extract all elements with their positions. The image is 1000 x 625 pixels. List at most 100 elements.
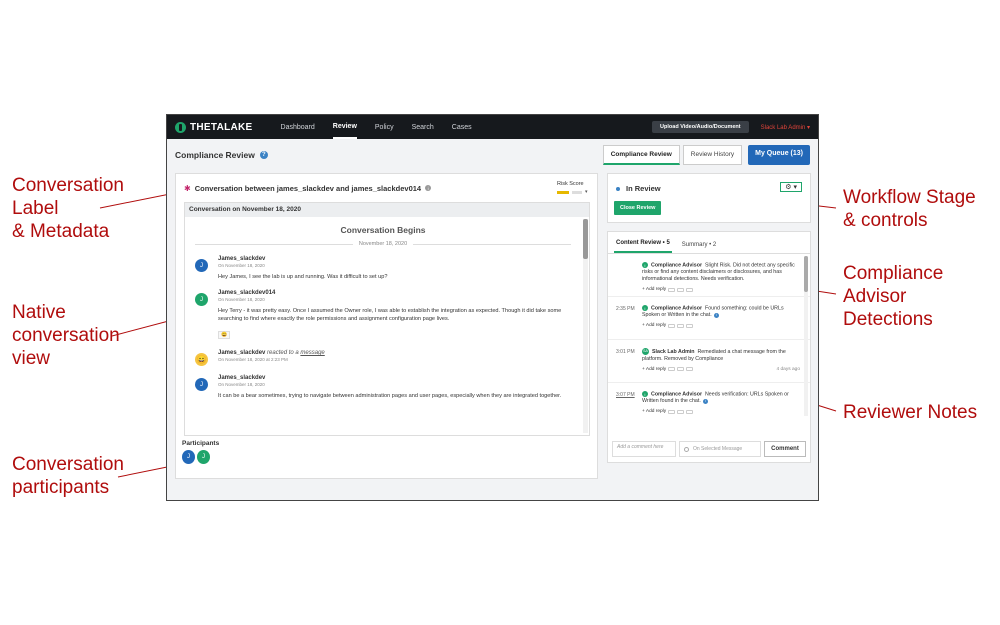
workflow-panel: In Review Close Review ⚙ ▾: [607, 173, 811, 223]
reply-row: + Add reply: [642, 408, 800, 415]
workflow-stage: In Review: [616, 184, 661, 193]
callout-workflow: Workflow Stage & controls: [843, 187, 976, 231]
detection-item[interactable]: i Compliance Advisor Slight Risk. Did not…: [608, 254, 810, 297]
detection-item[interactable]: 3:01 PM SA Slack Lab Admin Remediated a c…: [608, 340, 810, 383]
tab-review-history[interactable]: Review History: [682, 145, 743, 165]
reaction-pill[interactable]: [677, 287, 685, 292]
comment-button[interactable]: Comment: [764, 441, 806, 457]
callout-conversation-label: Conversation Label & Metadata: [12, 175, 124, 242]
stage-label: In Review: [626, 184, 661, 193]
reply-row: + Add reply: [642, 286, 800, 293]
add-reply-link[interactable]: + Add reply: [642, 286, 666, 293]
conversation-scrollbar[interactable]: [583, 219, 588, 433]
chevron-down-icon[interactable]: ▾: [585, 189, 588, 195]
on-selected-label: On Selected Message: [693, 446, 743, 452]
detection-body: i Compliance Advisor Slight Risk. Did not…: [642, 262, 800, 293]
reaction-pill[interactable]: [677, 367, 685, 372]
message-text: Hey James, I see the lab is up and runni…: [218, 274, 388, 280]
conversation-view: Conversation on November 18, 2020 Conver…: [184, 202, 590, 436]
reaction-pill[interactable]: [668, 409, 676, 414]
callout-participants: Conversation participants: [12, 454, 124, 498]
nav-policy[interactable]: Policy: [375, 115, 394, 139]
participant-avatar[interactable]: J: [197, 450, 210, 464]
reply-row: + Add reply: [642, 322, 800, 329]
nav-cases[interactable]: Cases: [452, 115, 472, 139]
advisor-icon: i: [642, 391, 648, 397]
reaction-pill[interactable]: [686, 323, 694, 328]
participant-avatar[interactable]: J: [182, 450, 195, 464]
reaction-pill[interactable]: [677, 409, 685, 414]
add-reply-link[interactable]: + Add reply: [642, 322, 666, 329]
add-reply-link[interactable]: + Add reply: [642, 408, 666, 415]
nav-search[interactable]: Search: [412, 115, 434, 139]
scrollbar-thumb[interactable]: [804, 256, 808, 292]
user-avatar-icon: SA: [642, 348, 649, 355]
reaction-pill[interactable]: [686, 287, 694, 292]
message[interactable]: J James_slackdev014 On November 18, 2020…: [195, 290, 571, 341]
message-author: James_slackdev: [218, 256, 266, 262]
stage-dot-icon: [616, 186, 620, 191]
advisor-icon: i: [642, 305, 648, 311]
close-review-button[interactable]: Close Review: [614, 201, 662, 215]
reacted-text: reacted to a: [267, 350, 299, 356]
detection-time: 2:35 PM: [616, 306, 635, 312]
help-icon[interactable]: ?: [259, 151, 268, 159]
gear-icon[interactable]: ⚙ ▾: [780, 182, 802, 192]
message-link[interactable]: message: [300, 350, 324, 356]
nav-review[interactable]: Review: [332, 115, 357, 139]
view-tabs: Compliance Review Review History My Queu…: [602, 145, 810, 165]
tab-content-review[interactable]: Content Review • 5: [614, 240, 672, 253]
time-ago: 4 days ago: [776, 366, 800, 372]
slack-icon: ✱: [184, 183, 191, 193]
detection-body: i Compliance Advisor Found something: cou…: [642, 305, 800, 336]
detection-item[interactable]: 3:07 PM i Compliance Advisor Needs verifi…: [608, 383, 810, 420]
reaction-pill[interactable]: [677, 323, 685, 328]
message-content: James_slackdev014 On November 18, 2020 H…: [218, 290, 571, 341]
message-content: James_slackdev On November 18, 2020 Hey …: [218, 256, 571, 281]
conversation-header: ✱ Conversation between james_slackdev an…: [176, 174, 597, 202]
message-author: James_slackdev014: [218, 290, 276, 296]
message-author: James_slackdev reacted to a message: [218, 350, 571, 356]
upload-button[interactable]: Upload Video/Audio/Document: [652, 121, 749, 133]
reaction-pill[interactable]: [686, 367, 694, 372]
info-icon[interactable]: i: [713, 312, 719, 318]
detection-item[interactable]: 2:35 PM i Compliance Advisor Found someth…: [608, 297, 810, 340]
tab-compliance-review[interactable]: Compliance Review: [602, 145, 680, 165]
app-window: THETALAKE Dashboard Review Policy Search…: [166, 114, 819, 501]
info-icon[interactable]: i: [702, 398, 708, 404]
detections-scrollbar[interactable]: [804, 256, 808, 416]
message[interactable]: J James_slackdev On November 18, 2020 He…: [195, 256, 571, 281]
reaction-pill[interactable]: [668, 323, 676, 328]
conversation-label: Conversation between james_slackdev and …: [194, 183, 422, 193]
reaction-pill[interactable]: [686, 409, 694, 414]
risk-score[interactable]: Risk Score ▾: [557, 181, 589, 195]
comment-input[interactable]: Add a comment here: [612, 441, 676, 457]
message[interactable]: J James_slackdev On November 18, 2020 It…: [195, 375, 571, 400]
conversation-panel: ✱ Conversation between james_slackdev an…: [175, 173, 598, 479]
callout-detections: Compliance Advisor Detections: [843, 263, 944, 330]
message[interactable]: 😄 James_slackdev reacted to a message On…: [195, 350, 571, 366]
my-queue-button[interactable]: My Queue (13): [748, 145, 810, 165]
reaction-pill[interactable]: [668, 367, 676, 372]
reaction-badge[interactable]: 😄: [218, 331, 231, 339]
nav-dashboard[interactable]: Dashboard: [281, 115, 315, 139]
risk-bar-fill: [557, 190, 569, 194]
logo-icon: [175, 121, 186, 133]
detection-body: i Compliance Advisor Needs verification: …: [642, 391, 800, 420]
detection-time[interactable]: 3:07 PM: [616, 391, 642, 420]
detection-list[interactable]: i Compliance Advisor Slight Risk. Did not…: [608, 254, 810, 420]
message-time: On November 18, 2020 at 2:23 PM: [218, 357, 288, 362]
on-selected-message-toggle[interactable]: On Selected Message: [679, 441, 761, 457]
info-icon[interactable]: i: [425, 185, 432, 191]
tab-summary[interactable]: Summary • 2: [680, 242, 718, 253]
avatar: 😄: [195, 353, 208, 366]
scrollbar-thumb[interactable]: [583, 219, 588, 259]
user-menu[interactable]: Slack Lab Admin ▾: [761, 124, 810, 131]
detection-time: [616, 262, 642, 293]
callout-native-view: Native conversation view: [12, 302, 120, 369]
reaction-pill[interactable]: [668, 287, 676, 292]
conversation-body[interactable]: Conversation Begins November 18, 2020 J …: [185, 217, 581, 435]
logo[interactable]: THETALAKE: [175, 121, 253, 133]
add-reply-link[interactable]: + Add reply: [642, 366, 666, 373]
message-text: It can be a bear sometimes, trying to na…: [218, 393, 562, 399]
